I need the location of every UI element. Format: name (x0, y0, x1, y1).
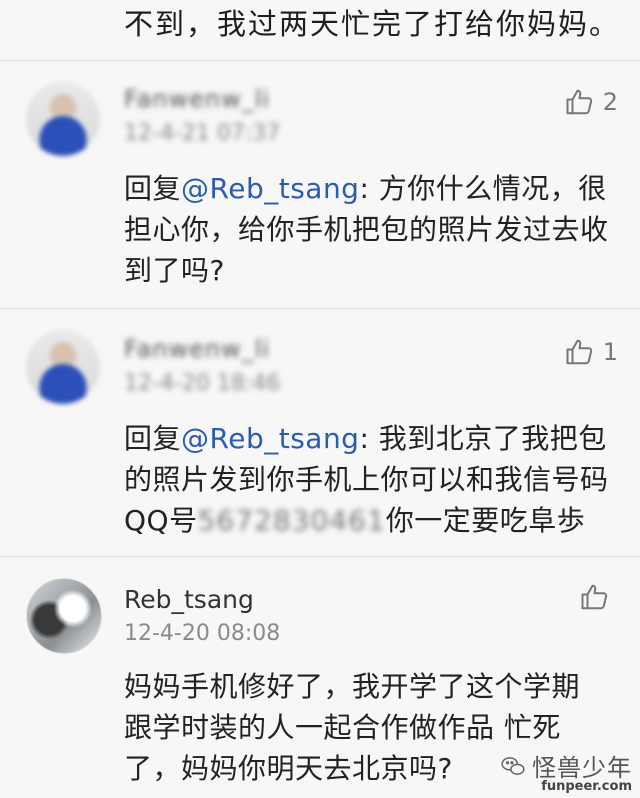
like-button[interactable]: 2 (565, 87, 618, 117)
mention-link[interactable]: @Reb_tsang (181, 422, 359, 455)
avatar[interactable] (26, 330, 100, 404)
like-button[interactable]: 1 (565, 337, 618, 367)
previous-comment-text: 不到，我过两天忙完了打给你妈妈。 (124, 7, 621, 41)
wechat-icon (501, 756, 525, 775)
site-label: funpeer.com (541, 779, 632, 794)
comment-date: 12-4-20 18:46 (124, 371, 281, 396)
comment-text: 回复@Reb_tsang: 方你什么情况，很担心你，给你手机把包的照片发过去收到… (124, 172, 609, 287)
commenter-name[interactable]: Fanwenw_li (124, 84, 270, 114)
avatar[interactable] (26, 82, 100, 156)
watermark: 怪兽少年 (500, 748, 632, 783)
thumbs-up-icon (581, 584, 608, 610)
comment-text: 回复@Reb_tsang: 我到北京了我把包的照片发到你手机上你可以和我信号码Q… (124, 422, 609, 537)
comment-item: Fanwenw_li 12-4-21 07:37 2 回复@Reb_tsang:… (0, 60, 640, 308)
like-count: 2 (602, 88, 618, 116)
like-count: 1 (602, 338, 618, 366)
like-button[interactable] (580, 582, 618, 612)
mention-link[interactable]: @Reb_tsang (181, 172, 359, 205)
comment-date: 12-4-21 07:37 (124, 121, 281, 146)
thumbs-up-icon (566, 339, 592, 365)
redacted-qq-number: 5672830461 (197, 504, 386, 537)
comment-item: Fanwenw_li 12-4-20 18:46 1 回复@Reb_tsang:… (0, 308, 640, 556)
avatar[interactable] (26, 578, 102, 654)
watermark-text: 怪兽少年 (532, 754, 632, 782)
commenter-name[interactable]: Fanwenw_li (124, 334, 270, 364)
comment-date: 12-4-20 08:08 (124, 621, 281, 646)
commenter-name[interactable]: Reb_tsang (124, 584, 254, 616)
thumbs-up-icon (566, 89, 592, 115)
